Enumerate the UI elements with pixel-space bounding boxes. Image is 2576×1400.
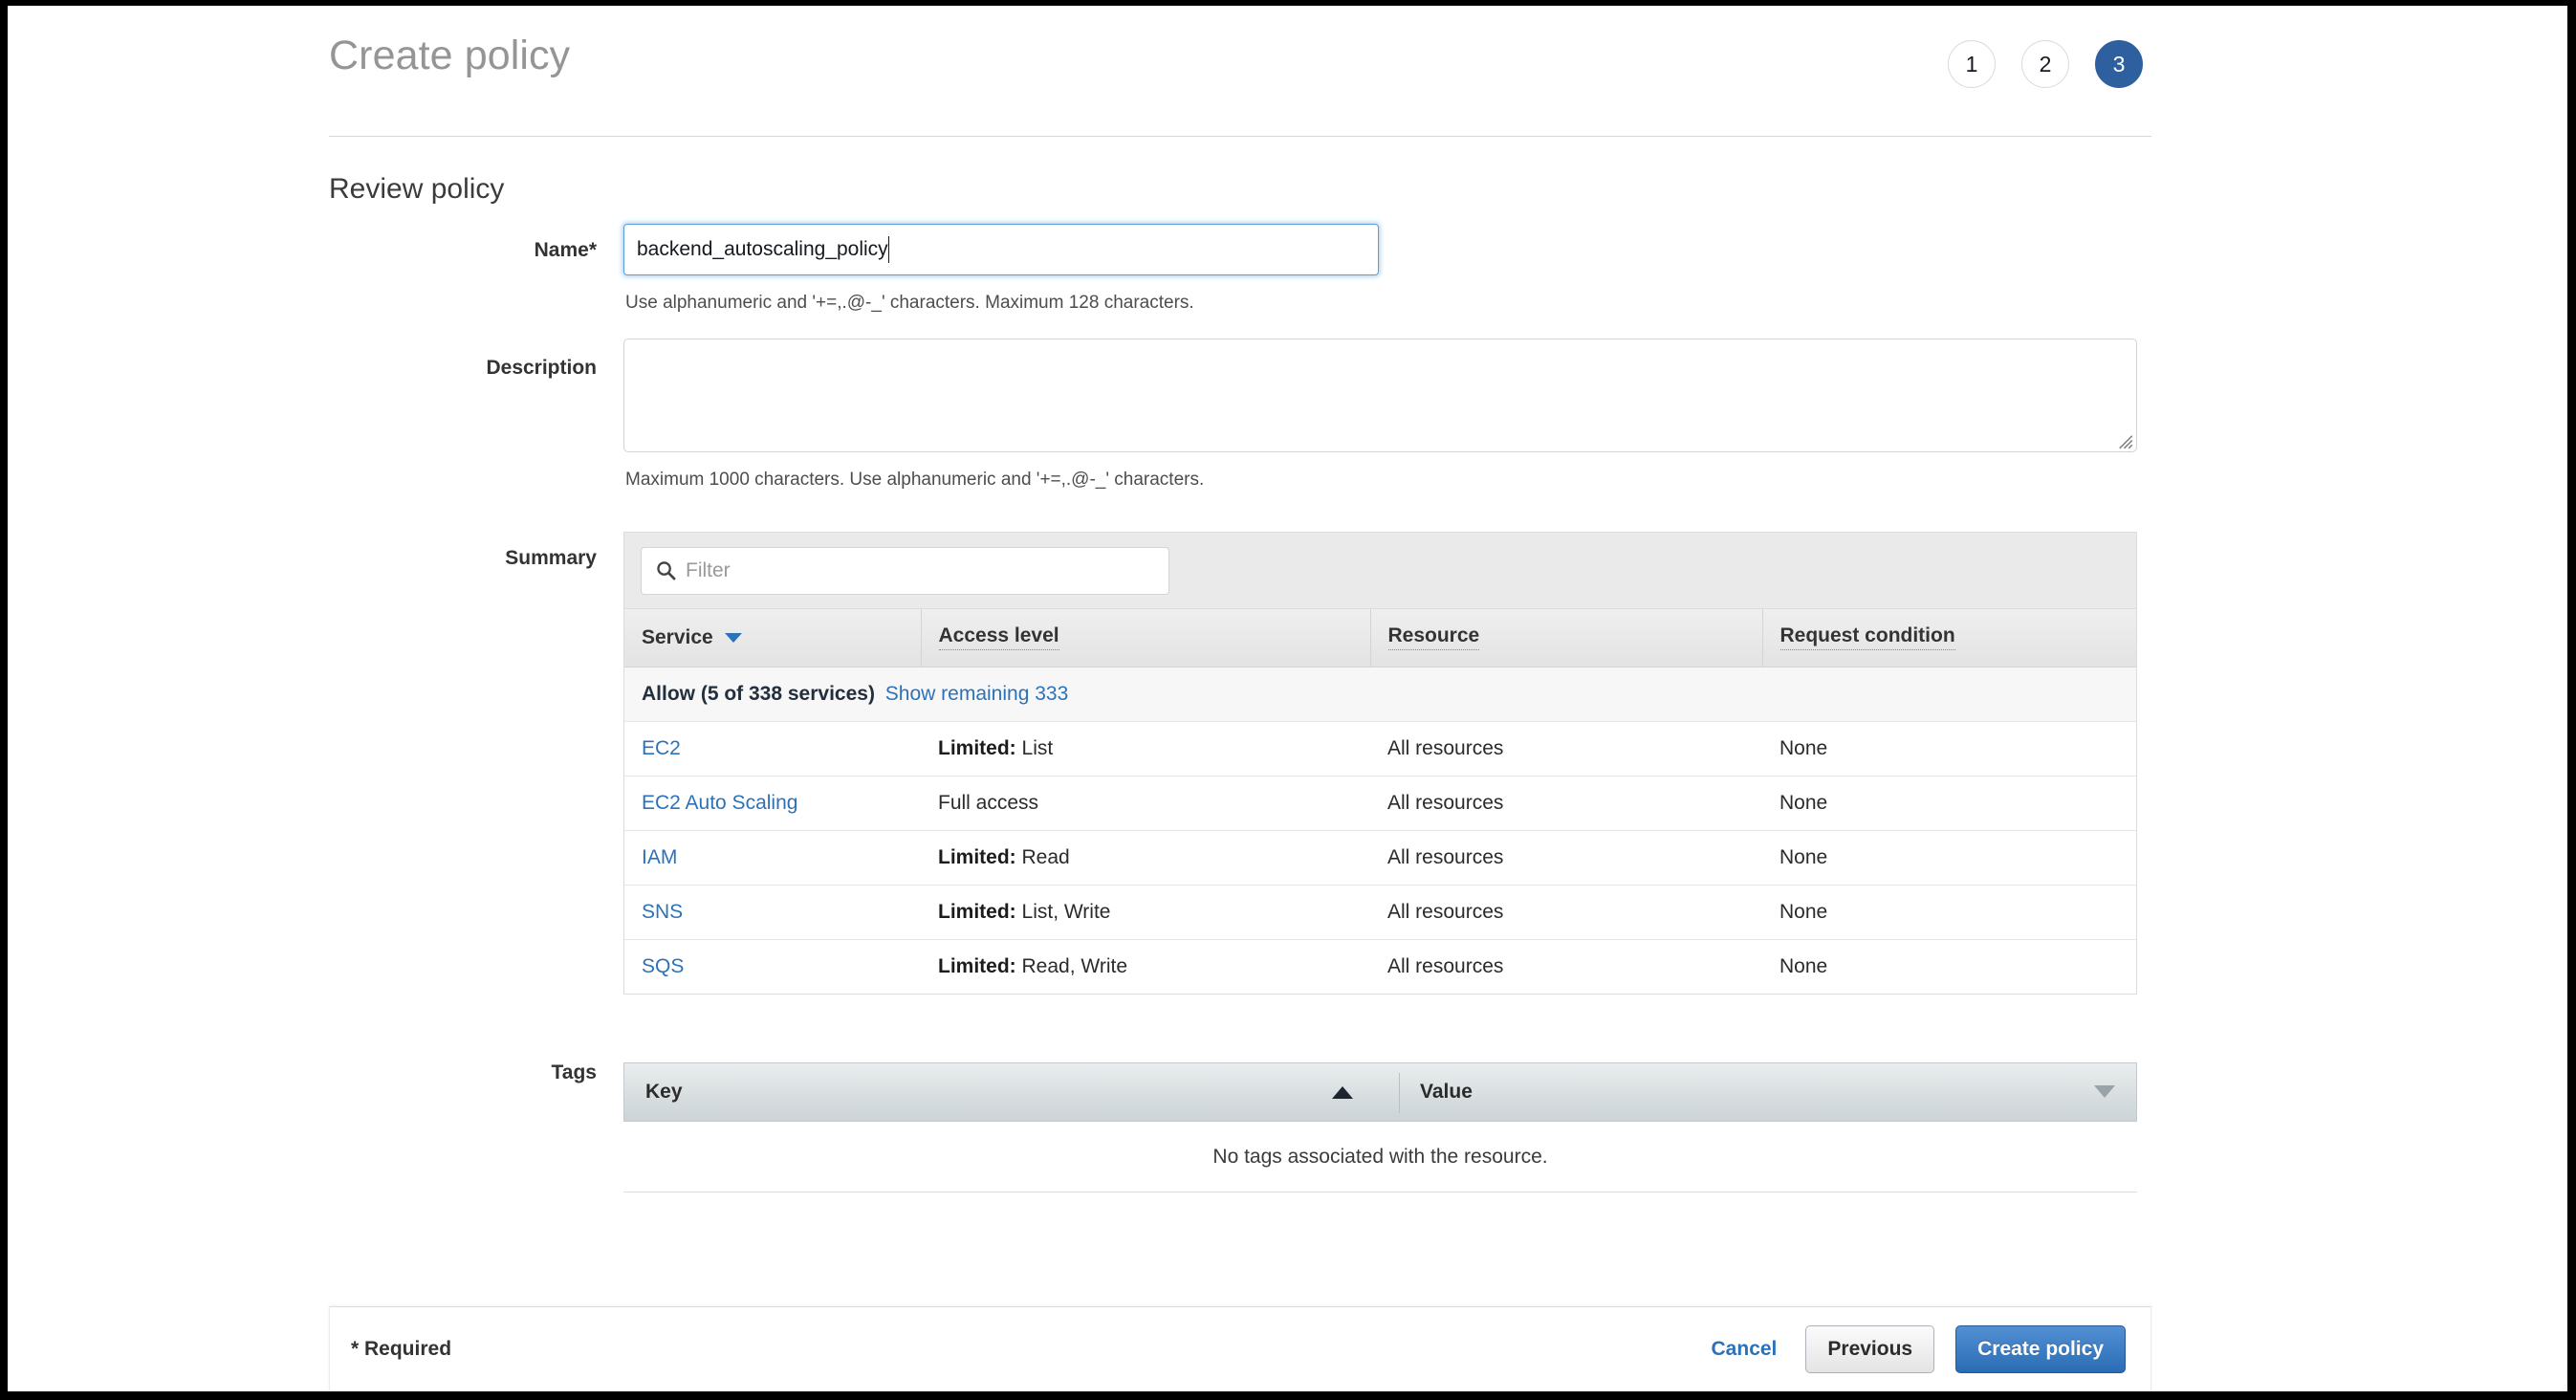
step-1[interactable]: 1 bbox=[1948, 40, 1996, 88]
cell-service: SQS bbox=[624, 939, 921, 994]
description-label: Description bbox=[486, 357, 597, 379]
show-remaining-link[interactable]: Show remaining 333 bbox=[885, 683, 1068, 705]
cell-resource: All resources bbox=[1370, 776, 1762, 831]
cell-request-condition: None bbox=[1779, 954, 1828, 977]
summary-group-row: Allow (5 of 338 services) Show remaining… bbox=[624, 667, 2136, 722]
description-helper-text: Maximum 1000 characters. Use alphanumeri… bbox=[625, 470, 1205, 490]
service-link[interactable]: EC2 Auto Scaling bbox=[642, 792, 797, 814]
column-header-key[interactable]: Key bbox=[624, 1081, 1399, 1104]
access-level-value: Full access bbox=[938, 791, 1039, 814]
column-header-access-level-label: Access level bbox=[938, 624, 1059, 651]
tags-label: Tags bbox=[551, 1061, 597, 1083]
cell-service: SNS bbox=[624, 885, 921, 940]
cell-access-level: Limited: Read, Write bbox=[921, 939, 1370, 994]
sort-ascending-icon bbox=[1332, 1085, 1353, 1099]
column-header-resource-label: Resource bbox=[1387, 624, 1480, 651]
table-row: IAM Limited: Read All resources None bbox=[624, 830, 2136, 886]
cell-service: EC2 Auto Scaling bbox=[624, 776, 921, 831]
name-input[interactable] bbox=[623, 224, 1379, 275]
cell-access-level: Limited: List bbox=[921, 721, 1370, 777]
step-indicator: 1 2 3 bbox=[1948, 40, 2143, 88]
access-level-value: List bbox=[1021, 736, 1054, 759]
cell-access-level: Limited: List, Write bbox=[921, 885, 1370, 940]
column-divider bbox=[1399, 1073, 1400, 1113]
access-level-prefix: Limited: bbox=[938, 845, 1016, 868]
summary-group-label: Allow (5 of 338 services) bbox=[642, 682, 875, 705]
summary-label: Summary bbox=[505, 547, 597, 569]
cell-request-condition: None bbox=[1762, 830, 2136, 886]
summary-table-header-row: Service Access level Resource Request co… bbox=[624, 609, 2136, 667]
required-note: * Required bbox=[351, 1338, 452, 1360]
summary-filter-bar bbox=[624, 533, 2136, 609]
access-level-value: Read, Write bbox=[1021, 954, 1128, 977]
table-row: SNS Limited: List, Write All resources N… bbox=[624, 885, 2136, 940]
name-label: Name* bbox=[534, 239, 597, 261]
cell-request-condition: None bbox=[1762, 776, 2136, 831]
cell-resource: All resources bbox=[1387, 954, 1504, 977]
header-divider bbox=[329, 136, 2151, 137]
summary-panel: Service Access level Resource Request co… bbox=[623, 532, 2137, 995]
previous-button[interactable]: Previous bbox=[1805, 1325, 1935, 1373]
page-header: Create policy 1 2 3 bbox=[8, 6, 2567, 137]
step-2[interactable]: 2 bbox=[2021, 40, 2069, 88]
text-cursor bbox=[888, 236, 889, 263]
column-header-value[interactable]: Value bbox=[1399, 1081, 1473, 1104]
filter-input[interactable] bbox=[641, 546, 1169, 595]
column-header-request-condition[interactable]: Request condition bbox=[1762, 609, 2136, 667]
cell-resource: All resources bbox=[1370, 885, 1762, 940]
cell-resource: All resources bbox=[1370, 721, 1762, 777]
name-field-wrapper bbox=[623, 224, 1379, 275]
page-title: Create policy bbox=[329, 33, 571, 78]
service-link[interactable]: EC2 bbox=[642, 737, 681, 759]
footer-actions: Cancel Previous Create policy bbox=[1712, 1325, 2126, 1373]
access-level-prefix: Limited: bbox=[938, 954, 1016, 977]
tags-panel: Key Value No tags associated with the re… bbox=[623, 1062, 2137, 1192]
step-3[interactable]: 3 bbox=[2095, 40, 2143, 88]
page-frame: Create policy 1 2 3 Review policy Name* … bbox=[8, 6, 2567, 1391]
column-header-service-label: Service bbox=[642, 625, 713, 648]
summary-group-cell: Allow (5 of 338 services) Show remaining… bbox=[624, 667, 2136, 722]
description-textarea[interactable] bbox=[623, 339, 2137, 452]
tags-header-row: Key Value bbox=[623, 1062, 2137, 1122]
column-header-resource[interactable]: Resource bbox=[1370, 609, 1763, 667]
tags-empty-message: No tags associated with the resource. bbox=[623, 1122, 2137, 1192]
name-helper-text: Use alphanumeric and '+=,.@-_' character… bbox=[625, 293, 1194, 313]
filter-input-wrapper bbox=[641, 546, 1169, 595]
section-heading: Review policy bbox=[329, 173, 505, 205]
cancel-button[interactable]: Cancel bbox=[1712, 1338, 1778, 1361]
table-row: SQS Limited: Read, Write All resources N… bbox=[624, 939, 2136, 994]
cell-service: IAM bbox=[624, 830, 921, 886]
footer-bar: * Required Cancel Previous Create policy bbox=[329, 1306, 2151, 1391]
summary-table: Service Access level Resource Request co… bbox=[624, 609, 2136, 994]
access-level-value: Read bbox=[1021, 845, 1070, 868]
description-field-wrapper bbox=[623, 339, 2137, 452]
sort-descending-icon bbox=[724, 632, 742, 643]
cell-request-condition: None bbox=[1762, 721, 2136, 777]
column-header-request-condition-label: Request condition bbox=[1779, 624, 1955, 651]
cell-request-condition: None bbox=[1762, 885, 2136, 940]
service-link[interactable]: IAM bbox=[642, 846, 677, 868]
column-header-service[interactable]: Service bbox=[624, 609, 922, 667]
table-row: EC2 Auto Scaling Full access All resourc… bbox=[624, 776, 2136, 831]
access-level-value: List, Write bbox=[1021, 900, 1111, 923]
cell-access-level: Full access bbox=[921, 776, 1370, 831]
cell-access-level: Limited: Read bbox=[921, 830, 1370, 886]
cell-resource: All resources bbox=[1370, 830, 1762, 886]
access-level-prefix: Limited: bbox=[938, 900, 1016, 923]
service-link[interactable]: SQS bbox=[642, 955, 684, 977]
create-policy-button[interactable]: Create policy bbox=[1955, 1325, 2126, 1373]
access-level-prefix: Limited: bbox=[938, 736, 1016, 759]
column-header-access-level[interactable]: Access level bbox=[921, 609, 1371, 667]
cell-service: EC2 bbox=[624, 721, 921, 777]
sort-descending-outline-icon bbox=[2094, 1085, 2115, 1098]
table-row: EC2 Limited: List All resources None bbox=[624, 721, 2136, 777]
service-link[interactable]: SNS bbox=[642, 901, 683, 923]
